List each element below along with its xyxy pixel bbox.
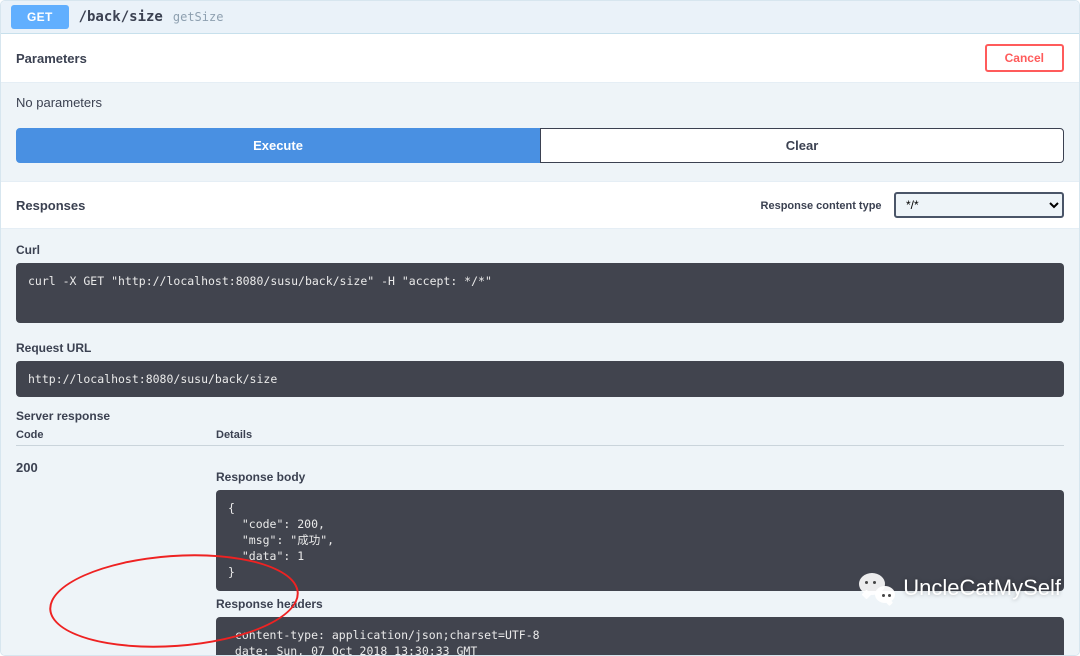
request-url-label: Request URL	[16, 341, 1064, 355]
details-column-header: Details	[216, 429, 1064, 446]
endpoint-path: /back/size	[79, 9, 163, 25]
clear-button[interactable]: Clear	[540, 128, 1064, 163]
cancel-button[interactable]: Cancel	[985, 44, 1064, 72]
parameters-header-row: Parameters Cancel	[1, 34, 1079, 83]
response-body-box[interactable]: { "code": 200, "msg": "成功", "data": 1 }	[216, 490, 1064, 590]
responses-header-row: Responses Response content type */*	[1, 181, 1079, 229]
response-content-type-select[interactable]: */*	[894, 192, 1064, 218]
execute-button[interactable]: Execute	[16, 128, 540, 163]
no-parameters-text: No parameters	[16, 95, 1064, 110]
http-method-badge: GET	[11, 5, 69, 29]
code-column: Code 200	[16, 429, 216, 475]
action-buttons-row: Execute Clear	[16, 128, 1064, 163]
details-column: Details Response body { "code": 200, "ms…	[216, 429, 1064, 656]
status-code: 200	[16, 460, 216, 475]
curl-command-box[interactable]: curl -X GET "http://localhost:8080/susu/…	[16, 263, 1064, 323]
response-headers-box[interactable]: content-type: application/json;charset=U…	[216, 617, 1064, 656]
operation-id: getSize	[173, 10, 224, 24]
swagger-screenshot: GET /back/size getSize Parameters Cancel…	[0, 0, 1080, 656]
responses-title: Responses	[16, 198, 85, 213]
code-column-header: Code	[16, 429, 216, 446]
response-content-type-label: Response content type	[761, 200, 882, 212]
response-content-type: Response content type */*	[761, 192, 1064, 218]
responses-body: Curl curl -X GET "http://localhost:8080/…	[1, 229, 1079, 656]
server-response-label: Server response	[16, 409, 1064, 423]
response-body-label: Response body	[216, 470, 1064, 484]
operation-header[interactable]: GET /back/size getSize	[1, 1, 1079, 34]
parameters-body: No parameters Execute Clear	[1, 83, 1079, 181]
request-url-box[interactable]: http://localhost:8080/susu/back/size	[16, 361, 1064, 397]
server-response-table: Code 200 Details Response body { "code":…	[16, 429, 1064, 656]
response-headers-label: Response headers	[216, 597, 1064, 611]
parameters-title: Parameters	[16, 51, 87, 66]
curl-label: Curl	[16, 243, 1064, 257]
